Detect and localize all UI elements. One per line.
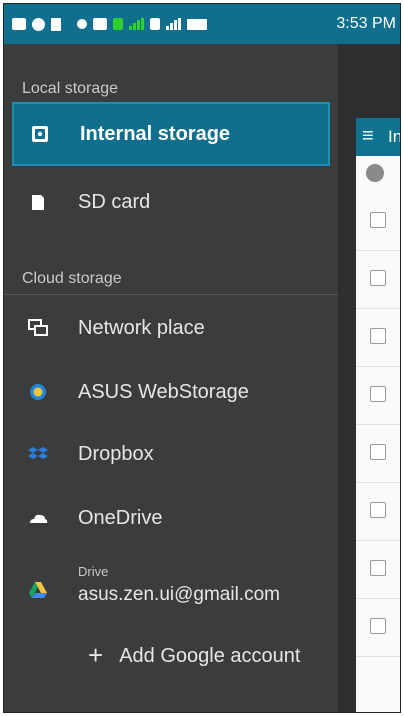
list-item[interactable] xyxy=(356,598,400,657)
signal-2-icon xyxy=(166,18,181,30)
list-item[interactable] xyxy=(356,366,400,425)
onedrive-icon xyxy=(30,514,48,523)
menu-icon[interactable]: ≡ xyxy=(362,126,374,146)
content-title: In xyxy=(388,127,401,146)
drive-label: Drive xyxy=(78,564,109,579)
list-item[interactable] xyxy=(356,424,400,483)
asus-webstorage-label: ASUS WebStorage xyxy=(78,380,249,403)
content-toolbar: ≡ In xyxy=(356,118,401,156)
checkbox[interactable] xyxy=(370,560,386,576)
checkbox[interactable] xyxy=(370,270,386,286)
checkbox[interactable] xyxy=(370,444,386,460)
asus-webstorage-icon xyxy=(30,384,46,400)
sim-1-icon xyxy=(113,18,123,30)
dropbox-icon xyxy=(28,447,48,459)
cloud-storage-header: Cloud storage xyxy=(22,270,122,287)
add-google-account-label: Add Google account xyxy=(119,645,301,667)
onedrive-label: OneDrive xyxy=(78,506,163,529)
network-place-icon xyxy=(28,319,48,336)
list-item[interactable] xyxy=(356,308,400,367)
hangouts-icon xyxy=(32,17,45,31)
file-list xyxy=(356,156,401,713)
navigation-drawer: Local storage Internal storage SD card C… xyxy=(4,44,338,712)
internal-storage-label: Internal storage xyxy=(80,122,231,145)
checkbox[interactable] xyxy=(370,618,386,634)
folder-icon xyxy=(366,164,384,182)
checkbox[interactable] xyxy=(370,502,386,518)
app-frame: 3:53 PM ≡ In Local storage Internal stor… xyxy=(3,3,401,713)
plus-icon: + xyxy=(88,640,104,670)
sd-card-label: SD card xyxy=(78,190,151,213)
drawer-item-onedrive[interactable]: OneDrive xyxy=(4,488,338,548)
drawer-item-internal-storage[interactable]: Internal storage xyxy=(12,102,330,166)
drawer-item-sd-card[interactable]: SD card xyxy=(4,172,338,232)
local-storage-header: Local storage xyxy=(22,80,119,97)
network-3g-icon xyxy=(93,18,107,30)
checkbox[interactable] xyxy=(370,212,386,228)
status-icons xyxy=(12,17,207,31)
drawer-item-google-drive[interactable]: Drive asus.zen.ui@gmail.com xyxy=(4,556,338,620)
gallery-icon xyxy=(12,18,26,30)
battery-icon xyxy=(187,18,207,30)
vibrate-icon xyxy=(77,19,87,29)
file-icon xyxy=(51,17,61,31)
checkbox[interactable] xyxy=(370,328,386,344)
checkbox[interactable] xyxy=(370,386,386,402)
dropbox-label: Dropbox xyxy=(78,442,154,465)
selection-accent xyxy=(400,196,401,713)
list-item[interactable] xyxy=(356,250,400,309)
google-drive-icon xyxy=(29,582,47,598)
add-google-account-button[interactable]: + Add Google account xyxy=(88,640,300,671)
sim-2-icon xyxy=(150,18,160,30)
list-item[interactable] xyxy=(356,192,400,251)
internal-storage-icon xyxy=(32,126,48,142)
section-divider xyxy=(4,294,338,295)
list-item[interactable] xyxy=(356,482,400,541)
list-item[interactable] xyxy=(356,540,400,599)
drawer-item-asus-webstorage[interactable]: ASUS WebStorage xyxy=(4,362,338,422)
signal-1-icon xyxy=(129,18,144,30)
drive-account-label: asus.zen.ui@gmail.com xyxy=(78,584,280,605)
drawer-item-network-place[interactable]: Network place xyxy=(4,298,338,358)
status-bar: 3:53 PM xyxy=(4,4,400,44)
status-time: 3:53 PM xyxy=(336,15,396,32)
sd-card-icon xyxy=(32,195,44,210)
network-place-label: Network place xyxy=(78,316,205,339)
drawer-item-dropbox[interactable]: Dropbox xyxy=(4,424,338,484)
